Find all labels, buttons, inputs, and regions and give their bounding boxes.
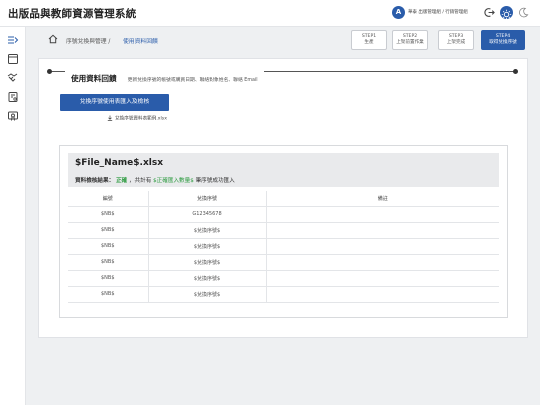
cell-remark [266,270,499,287]
step-1[interactable]: STEP1 生產 [351,30,387,50]
section-dot-left [47,69,52,74]
breadcrumb-bar: 序號兌換與管理 / 使用資料回饋 STEP1 生產 STEP2 上架前置作業 S… [38,30,528,52]
check-label: 資料檢核結果： [75,178,115,184]
cell-serial: $兌換序號$ [148,286,267,303]
import-and-check-button[interactable]: 兌換序號使用表匯入及檢核 [60,94,169,111]
cell-remark [266,286,499,303]
table-row: $NB$ $兌換序號$ [68,222,499,239]
download-sample-link[interactable]: 兌換序號資料表範例.xlsx [107,115,167,122]
certificate-icon[interactable] [7,110,19,122]
step-2[interactable]: STEP2 上架前置作業 [392,30,428,50]
col-header-serial: 兌換序號 [148,191,267,207]
cell-serial: $兌換序號$ [148,254,267,271]
step-3[interactable]: STEP3 上架完成 [438,30,474,50]
table-row: $NB$ $兌換序號$ [68,270,499,287]
app-title: 出版品與教師資源管理系統 [8,8,137,20]
step-4[interactable]: STEP4 取得兌換序號 [481,30,525,50]
cell-remark [266,238,499,255]
cell-number: $NB$ [68,206,149,223]
step-3-label: 上架完成 [446,40,466,45]
document-icon[interactable] [7,91,19,103]
cell-remark [266,206,499,223]
table-row: $NB$ $兌換序號$ [68,254,499,271]
window-icon[interactable] [7,53,19,65]
step-2-label: 上架前置作業 [396,40,424,45]
step-4-label: 取得兌換序號 [489,40,517,45]
collapse-menu-icon[interactable] [7,34,19,46]
sun-icon[interactable] [500,6,513,20]
user-avatar[interactable]: A [392,6,405,19]
import-count: $正確匯入數量$ [153,178,194,184]
summary-suffix: 筆序號成功匯入 [195,178,235,184]
step-1-label: 生產 [364,40,374,45]
import-result-box: $File_Name$.xlsx 資料檢核結果： 正確 ，共計有 $正確匯入數量… [59,145,508,318]
main-panel: 使用資料回饋 更新兌換序號的帳號或購買日期、聯絡對象姓名、聯絡 Email 兌換… [38,58,528,338]
download-icon [107,115,113,121]
cell-serial: $兌換序號$ [148,222,267,239]
theme-toggle[interactable] [500,6,530,20]
cell-remark [266,254,499,271]
cell-remark [266,222,499,239]
summary-prefix: ，共計有 [128,178,152,184]
user-role: 華泰 出版管理組 / 行銷管理組 [408,10,468,15]
section-title: 使用資料回饋 [71,74,117,83]
cell-serial: $兌換序號$ [148,270,267,287]
top-bar: 出版品與教師資源管理系統 A 華泰 出版管理組 / 行銷管理組 [0,0,540,27]
table-header-row: 編號 兌換序號 備註 [68,191,499,207]
col-header-remark: 備註 [266,191,499,207]
sidebar [0,27,26,405]
section-description: 更新兌換序號的帳號或購買日期、聯絡對象姓名、聯絡 Email [127,78,258,83]
file-name: $File_Name$.xlsx [75,158,164,168]
breadcrumb-usage-feedback: 使用資料回饋 [123,39,158,45]
logout-icon[interactable] [484,7,495,18]
check-status: 正確 [115,178,128,184]
serial-table: 編號 兌換序號 備註 $NB$ G12345678 $NB$ $兌換序號$ $N [68,191,499,303]
cell-serial: $兌換序號$ [148,238,267,255]
home-icon[interactable] [48,34,58,44]
check-result-line: 資料檢核結果： 正確 ，共計有 $正確匯入數量$ 筆序號成功匯入 [75,176,235,184]
cell-serial: G12345678 [148,206,267,223]
col-header-number: 編號 [68,191,149,207]
section-header: 使用資料回饋 更新兌換序號的帳號或購買日期、聯絡對象姓名、聯絡 Email [65,66,264,85]
cell-number: $NB$ [68,286,149,303]
table-row: $NB$ G12345678 [68,206,499,223]
cell-number: $NB$ [68,270,149,287]
cell-number: $NB$ [68,238,149,255]
moon-icon[interactable] [518,7,529,18]
result-summary: $File_Name$.xlsx 資料檢核結果： 正確 ，共計有 $正確匯入數量… [68,153,499,187]
table-row: $NB$ $兌換序號$ [68,238,499,255]
cell-number: $NB$ [68,222,149,239]
section-dot-right [513,69,518,74]
download-sample-label: 兌換序號資料表範例.xlsx [115,116,167,122]
cell-number: $NB$ [68,254,149,271]
breadcrumb-serial-management[interactable]: 序號兌換與管理 / [66,36,110,45]
table-row: $NB$ $兌換序號$ [68,286,499,303]
handshake-icon[interactable] [7,72,19,84]
